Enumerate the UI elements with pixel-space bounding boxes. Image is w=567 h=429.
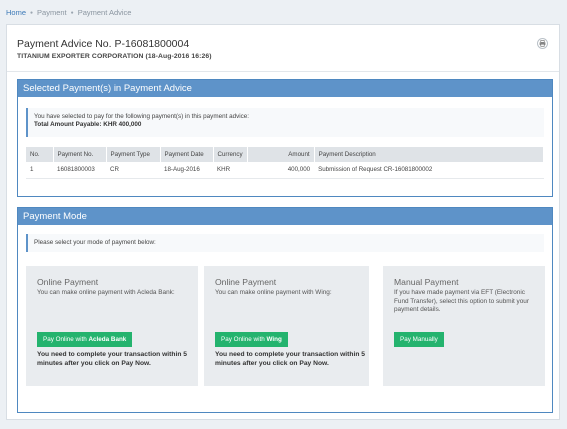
selected-payments-heading: Selected Payment(s) in Payment Advice [18,80,552,97]
breadcrumb-separator-icon: ● [70,9,74,16]
payment-advice-panel: Payment Advice No. P-16081800004 TITANIU… [6,24,560,420]
col-amount: Amount [247,147,315,162]
payment-mode-notice: Please select your mode of payment below… [26,234,544,252]
breadcrumb-current: Payment Advice [77,8,132,17]
card-description: You can make online payment with Acleda … [37,289,175,296]
company-subtitle: TITANIUM EXPORTER CORPORATION (18-Aug-20… [17,53,212,60]
cell-currency: KHR [213,162,248,179]
button-label-prefix: Pay Online with [221,336,267,343]
manual-payment-card: Manual Payment If you have made payment … [383,266,545,386]
payment-mode-section: Payment Mode Please select your mode of … [17,207,553,413]
time-limit-warning: You need to complete your transaction wi… [37,351,187,367]
time-limit-warning: You need to complete your transaction wi… [215,351,365,367]
payment-mode-heading: Payment Mode [18,208,552,225]
table-row: 1 16081800003 CR 18-Aug-2016 KHR 400,000… [26,162,544,179]
button-label-prefix: Pay Online with [43,336,89,343]
pay-online-acleda-button[interactable]: Pay Online with Acleda Bank [37,332,133,347]
breadcrumb-payment-link[interactable]: Payment [37,8,67,17]
col-payment-type: Payment Type [106,147,161,162]
pay-online-wing-button[interactable]: Pay Online with Wing [215,332,288,347]
total-amount-payable: Total Amount Payable: KHR 400,000 [34,121,142,128]
header-divider [7,71,559,72]
col-payment-no: Payment No. [53,147,107,162]
page-title: Payment Advice No. P-16081800004 [17,38,190,50]
breadcrumb-separator-icon: ● [30,9,34,16]
print-icon [539,40,546,47]
col-payment-description: Payment Description [314,147,545,162]
selected-payments-notice: You have selected to pay for the followi… [26,108,544,137]
card-title: Online Payment [215,277,277,287]
cell-no: 1 [26,162,53,179]
acleda-payment-card: Online Payment You can make online payme… [26,266,198,386]
card-description: You can make online payment with Wing: [215,289,332,296]
cell-payment-no: 16081800003 [53,162,106,179]
table-header-row: No. Payment No. Payment Type Payment Dat… [26,147,545,162]
cell-payment-date: 18-Aug-2016 [160,162,213,179]
breadcrumb-home-link[interactable]: Home [6,8,26,17]
col-currency: Currency [213,147,248,162]
notice-text: You have selected to pay for the followi… [34,113,250,120]
col-no: No. [26,147,54,162]
pay-manually-button[interactable]: Pay Manually [394,332,444,347]
cell-payment-description: Submission of Request CR-16081800002 [314,162,544,179]
cell-amount: 400,000 [247,162,315,179]
payments-table: No. Payment No. Payment Type Payment Dat… [26,147,545,179]
print-button[interactable] [537,38,548,49]
breadcrumb: Home ● Payment ● Payment Advice [6,8,131,17]
card-description: If you have made payment via EFT (Electr… [394,289,529,313]
button-label-bank: Wing [266,336,282,343]
card-title: Manual Payment [394,277,459,287]
col-payment-date: Payment Date [160,147,214,162]
button-label-bank: Acleda Bank [88,336,127,343]
card-title: Online Payment [37,277,99,287]
wing-payment-card: Online Payment You can make online payme… [204,266,369,386]
cell-payment-type: CR [106,162,160,179]
selected-payments-section: Selected Payment(s) in Payment Advice Yo… [17,79,553,197]
